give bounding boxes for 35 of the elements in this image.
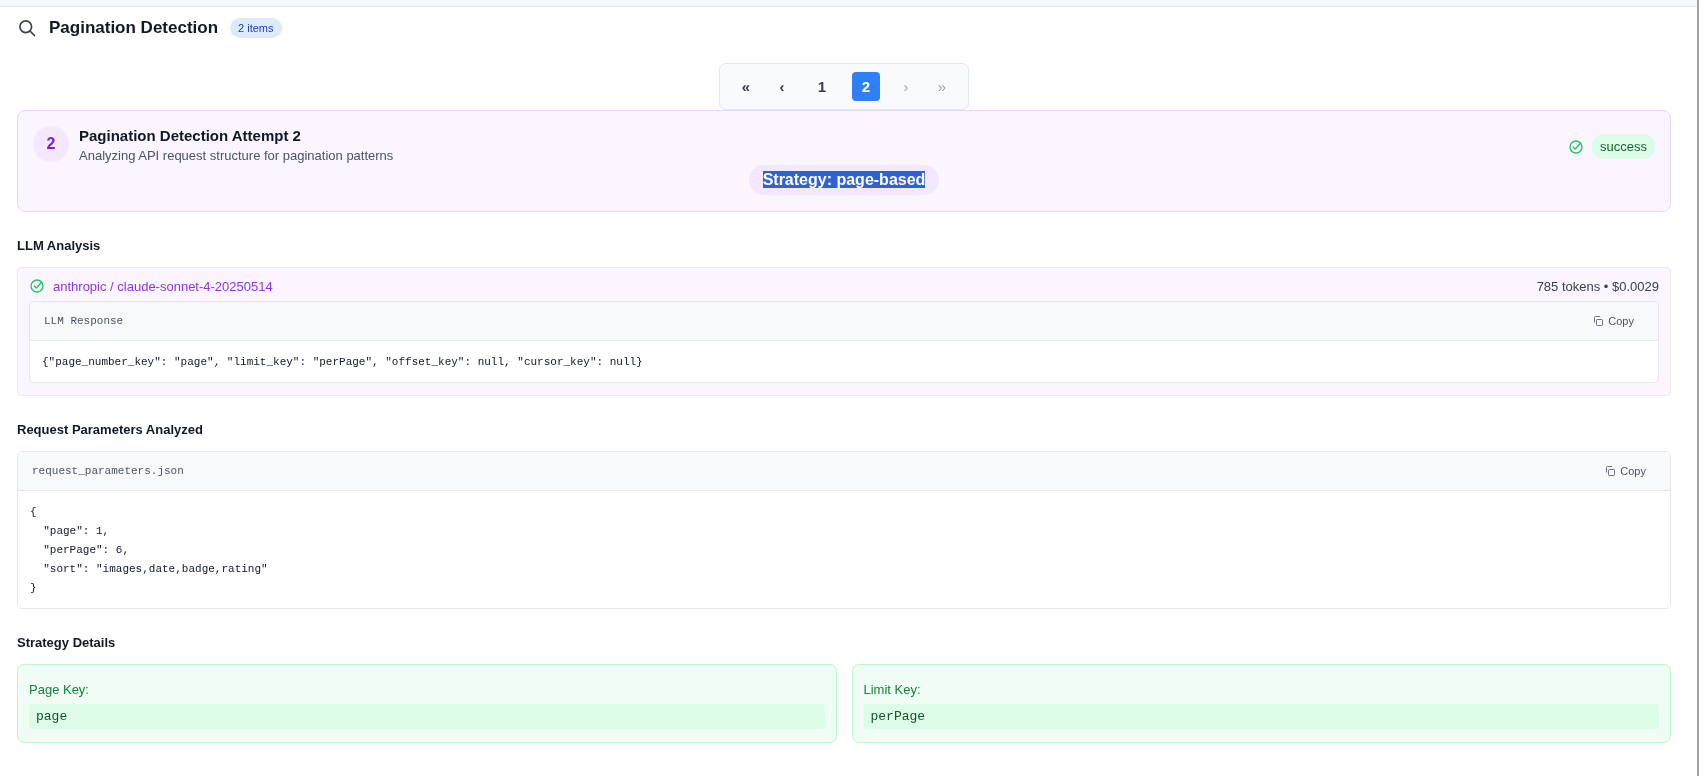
section-heading: Strategy Details bbox=[17, 635, 117, 650]
copy-button[interactable]: Copy bbox=[1600, 463, 1650, 479]
attempt-title: Pagination Detection Attempt 2 bbox=[79, 127, 302, 144]
code-block-title: request_parameters.json bbox=[32, 465, 184, 477]
code-line: "perPage": 6, bbox=[42, 543, 131, 558]
page-button[interactable]: 2 bbox=[852, 72, 880, 101]
search-icon bbox=[17, 18, 37, 38]
code-line: "sort": "images,date,badge,rating" bbox=[42, 562, 269, 577]
first-page-button[interactable]: « bbox=[732, 72, 760, 101]
key-value: perPage bbox=[863, 704, 1659, 729]
copy-icon bbox=[1592, 315, 1605, 327]
key-label: Limit Key: bbox=[863, 682, 922, 697]
copy-button[interactable]: Copy bbox=[1588, 313, 1638, 329]
code-line: {"page_number_key": "page", "limit_key": "perPage", "offset_key": null, "cursor_key": null} bbox=[42, 355, 644, 370]
check-circle-icon bbox=[1568, 138, 1585, 155]
previous-page-button[interactable]: ‹ bbox=[768, 72, 796, 101]
status-badge: success bbox=[1592, 134, 1655, 159]
code-line: { bbox=[30, 505, 38, 520]
code-line: } bbox=[30, 581, 38, 596]
section-title: Pagination Detection bbox=[49, 18, 219, 38]
item-count-badge: 2 items bbox=[230, 18, 282, 38]
attempt-subtitle: Analyzing API request structure for pagination patterns bbox=[79, 148, 395, 163]
section-heading: Request Parameters Analyzed bbox=[17, 422, 204, 437]
model-name: anthropic / claude-sonnet-4-20250514 bbox=[53, 278, 274, 294]
strategy-label: Strategy: page-based bbox=[762, 171, 926, 188]
copy-icon bbox=[1604, 465, 1617, 477]
token-usage: 785 tokens • $0.0029 bbox=[1536, 278, 1659, 294]
attempt-number-badge: 2 bbox=[33, 126, 69, 162]
code-line: "page": 1, bbox=[42, 524, 111, 539]
check-circle-icon bbox=[29, 278, 45, 294]
section-heading: LLM Analysis bbox=[17, 238, 102, 253]
code-block-title: LLM Response bbox=[44, 315, 124, 327]
page-button[interactable]: 1 bbox=[808, 72, 836, 101]
key-label: Page Key: bbox=[29, 682, 90, 697]
key-value: page bbox=[29, 704, 825, 729]
